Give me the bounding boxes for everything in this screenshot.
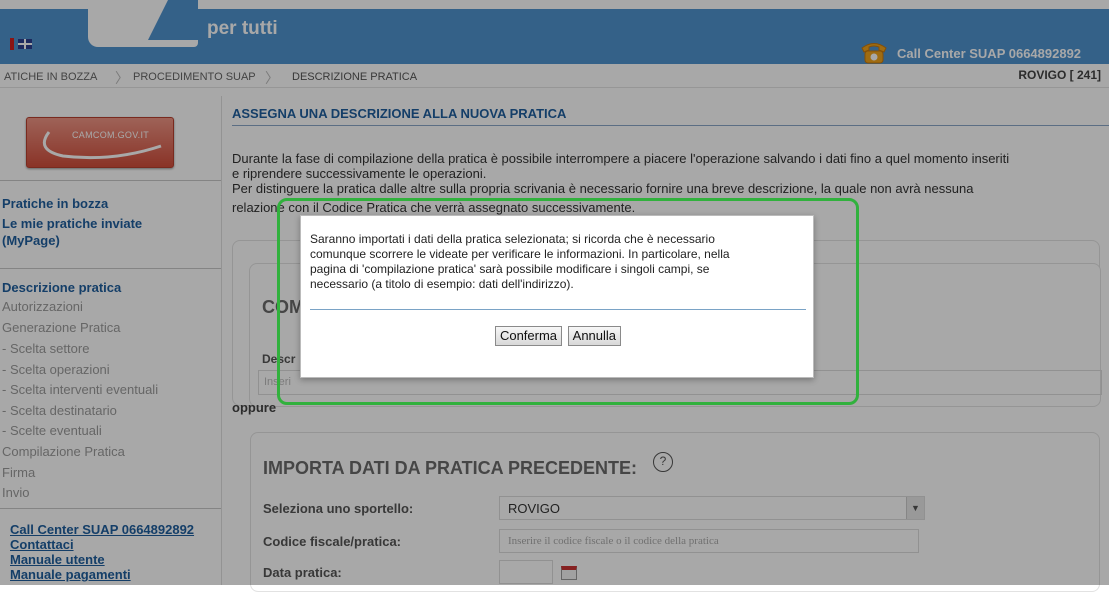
highlight-annotation — [277, 198, 859, 405]
